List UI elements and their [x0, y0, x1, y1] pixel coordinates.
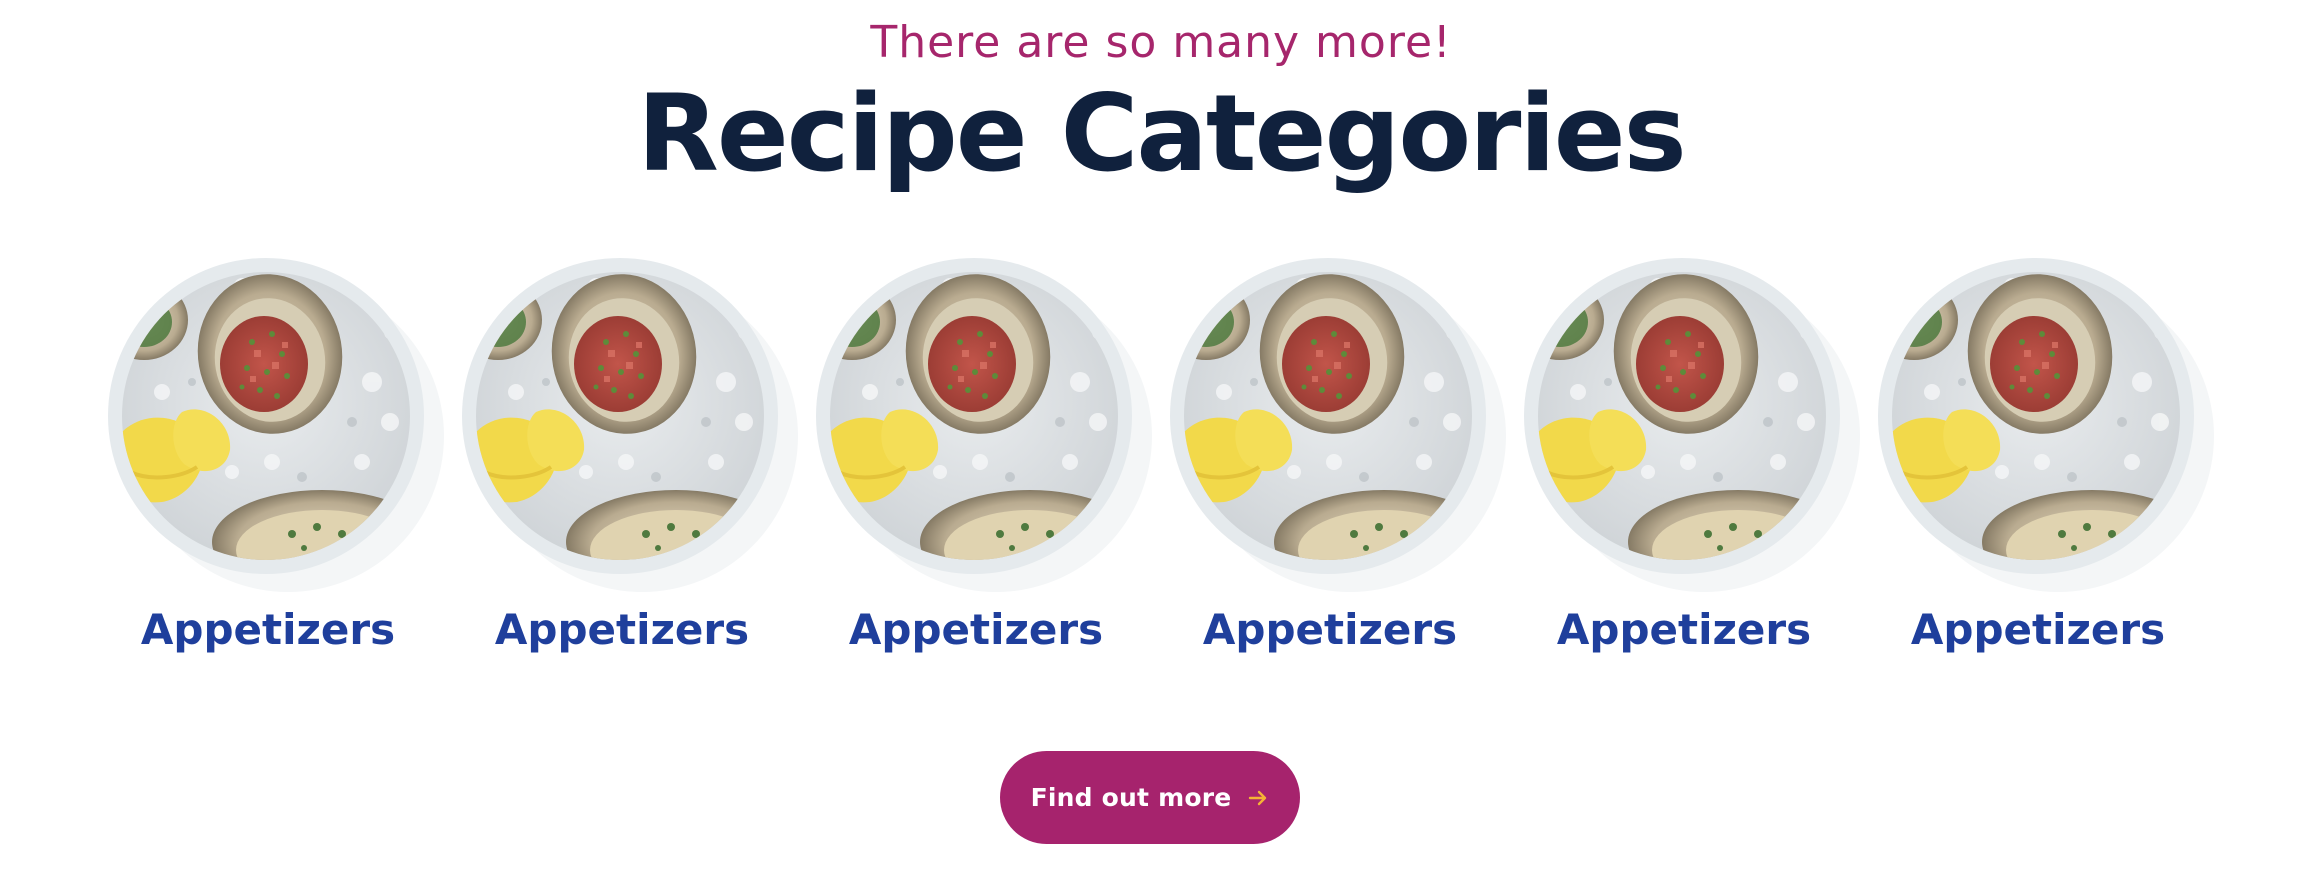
category-label[interactable]: Appetizers — [776, 602, 1176, 658]
arrow-right-icon — [1247, 787, 1269, 809]
category-list: Appetizers Appetizers Appetizers Appetiz… — [0, 258, 2322, 678]
section-heading: Recipe Categories — [637, 72, 1687, 195]
category-image-frame — [462, 258, 778, 574]
category-card[interactable]: Appetizers — [1524, 258, 1854, 658]
recipe-categories-section: There are so many more! Recipe Categorie… — [0, 0, 2322, 876]
category-label[interactable]: Appetizers — [68, 602, 468, 658]
category-label[interactable]: Appetizers — [1838, 602, 2238, 658]
category-card[interactable]: Appetizers — [816, 258, 1146, 658]
category-image[interactable] — [1538, 272, 1826, 560]
category-card[interactable]: Appetizers — [1170, 258, 1500, 658]
category-image-frame — [816, 258, 1132, 574]
category-card[interactable]: Appetizers — [108, 258, 438, 658]
category-image-frame — [1524, 258, 1840, 574]
category-image-frame — [1170, 258, 1486, 574]
section-eyebrow: There are so many more! — [870, 17, 1452, 68]
category-image[interactable] — [1184, 272, 1472, 560]
category-card[interactable]: Appetizers — [462, 258, 792, 658]
find-out-more-label: Find out more — [1030, 783, 1232, 812]
category-label[interactable]: Appetizers — [1130, 602, 1530, 658]
category-image-frame — [1878, 258, 2194, 574]
category-image[interactable] — [122, 272, 410, 560]
category-label[interactable]: Appetizers — [422, 602, 822, 658]
category-image[interactable] — [476, 272, 764, 560]
category-image[interactable] — [1892, 272, 2180, 560]
category-label[interactable]: Appetizers — [1484, 602, 1884, 658]
find-out-more-button[interactable]: Find out more — [1000, 751, 1300, 844]
category-image-frame — [108, 258, 424, 574]
category-image[interactable] — [830, 272, 1118, 560]
category-card[interactable]: Appetizers — [1878, 258, 2208, 658]
